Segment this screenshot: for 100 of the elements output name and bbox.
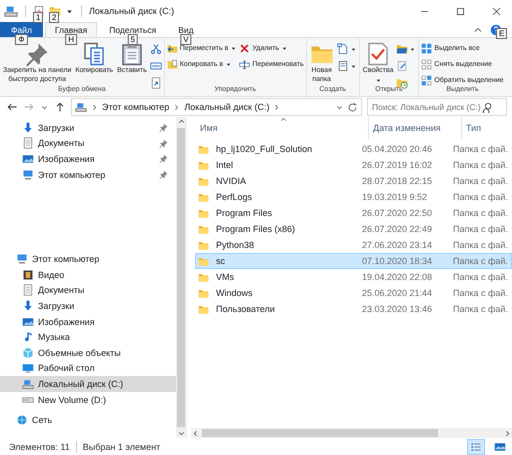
cube-icon — [22, 346, 34, 359]
up-arrow-icon[interactable] — [54, 101, 66, 113]
drive-icon[interactable] — [4, 4, 18, 18]
nav-item[interactable]: Этот компьютер — [0, 251, 176, 267]
ribbon-tab[interactable]: Файл — [0, 22, 43, 37]
music-note-icon — [22, 331, 34, 344]
nav-item[interactable]: Изображения — [0, 151, 176, 167]
document-icon — [22, 284, 34, 296]
type-cell-text: Папка с фай. — [452, 208, 509, 218]
invert-selection-icon — [421, 75, 432, 86]
file-row[interactable]: hp_lj1020_Full_Solution 05.04.2020 20:46 Папка с фай. — [195, 141, 512, 157]
rename-icon — [239, 59, 250, 70]
caret-icon[interactable] — [350, 46, 357, 52]
type-cell-text: Папка с фай. — [452, 224, 509, 234]
search-field[interactable]: Поиск: Локальный диск (C:) — [367, 98, 507, 116]
monitor-icon — [22, 362, 34, 374]
type-cell-text: Папка с фай. — [452, 256, 509, 266]
ribbon-tab[interactable]: Главная — [44, 22, 98, 37]
nav-item[interactable]: Видео — [0, 266, 176, 283]
column-header[interactable]: Тип — [462, 117, 512, 139]
file-row[interactable]: Windows 25.06.2020 21:44 Папка с фай. — [195, 285, 512, 301]
date-cell-text: 05.04.2020 20:46 — [361, 144, 434, 154]
keytip: E — [496, 28, 508, 38]
ribbon-tab[interactable]: Поделиться — [99, 22, 166, 37]
scrollbar[interactable] — [191, 428, 512, 438]
folder-icon — [198, 256, 209, 266]
nav-item[interactable]: Загрузки — [0, 298, 176, 314]
breadcrumb[interactable]: Этот компьютер — [102, 102, 170, 112]
drive-icon — [75, 101, 87, 113]
nav-item[interactable]: Документы — [0, 136, 176, 152]
ribbon-tab[interactable]: Вид — [168, 22, 204, 37]
window-title: Локальный диск (C:) — [89, 6, 174, 16]
view-button[interactable] — [467, 438, 485, 454]
globe-icon — [16, 414, 28, 426]
file-row[interactable]: Python38 27.06.2020 23:14 Папка с фай. — [195, 237, 512, 253]
file-name: Intel — [216, 160, 234, 170]
date-cell-text: 23.03.2020 13:46 — [361, 304, 434, 314]
folder-icon — [198, 176, 209, 186]
close-icon[interactable] — [490, 6, 502, 16]
checked-document-icon — [366, 42, 390, 66]
keytip: 2 — [49, 12, 60, 23]
image-icon — [22, 152, 34, 165]
caret-icon[interactable] — [409, 46, 416, 52]
nav-item[interactable]: Изображения — [0, 314, 176, 330]
file-name: Windows — [216, 288, 253, 298]
file-name: Python38 — [216, 240, 254, 250]
new-item-icon[interactable] — [336, 43, 349, 55]
file-name: Пользователи — [216, 304, 275, 314]
column-header[interactable]: Дата изменения — [369, 117, 462, 139]
file-row[interactable]: sc 07.10.2020 18:34 Папка с фай. — [195, 253, 512, 269]
nav-item[interactable]: Загрузки — [0, 120, 176, 136]
nav-item[interactable]: Локальный диск (C:) — [0, 376, 176, 392]
folder-icon — [198, 304, 209, 314]
scroll-thumb[interactable] — [177, 128, 185, 427]
nav-item[interactable]: Объемные объекты — [0, 344, 176, 361]
nav-item[interactable]: Рабочий стол — [0, 360, 176, 376]
folder-icon — [198, 208, 209, 218]
scissors-icon[interactable] — [150, 43, 162, 55]
breadcrumb[interactable]: Локальный диск (C:) — [184, 102, 270, 112]
file-row[interactable]: VMs 19.04.2020 22:08 Папка с фай. — [195, 269, 512, 285]
image-icon — [22, 316, 34, 328]
type-cell-text: Папка с фай. — [452, 304, 509, 314]
back-arrow-icon[interactable] — [6, 101, 18, 113]
edit-icon[interactable] — [396, 60, 408, 72]
file-row[interactable]: Пользователи 23.03.2020 13:46 Папка с фай. — [195, 301, 512, 317]
pin-icon — [25, 42, 50, 66]
document-icon[interactable] — [336, 60, 349, 72]
file-row[interactable]: NVIDIA 28.07.2018 22:15 Папка с фай. — [195, 173, 512, 189]
computer-icon — [16, 253, 28, 266]
nav-item[interactable]: Музыка — [0, 329, 176, 345]
path-icon[interactable] — [150, 60, 162, 72]
nav-item[interactable]: Сеть — [0, 412, 176, 428]
open-folder-icon[interactable] — [396, 43, 408, 55]
file-row[interactable]: PerfLogs 19.03.2019 9:52 Папка с фай. — [195, 189, 512, 205]
column-header[interactable]: Имя — [187, 117, 369, 139]
folder-icon — [198, 224, 209, 234]
file-row[interactable]: Program Files 26.07.2020 22:50 Папка с фай. — [195, 205, 512, 221]
type-cell-text: Папка с фай. — [452, 160, 509, 170]
nav-item[interactable]: New Volume (D:) — [0, 392, 176, 408]
file-name: sc — [216, 256, 225, 266]
file-name: PerfLogs — [216, 192, 252, 202]
address-field[interactable]: Этот компьютер Локальный диск (C:) — [71, 98, 362, 116]
folder-icon — [198, 288, 209, 298]
scrollbar[interactable] — [176, 117, 186, 438]
file-row[interactable]: Intel 26.07.2019 16:02 Папка с фай. — [195, 157, 512, 173]
file-row[interactable]: Program Files (x86) 26.07.2020 22:49 Папка с фай. — [195, 221, 512, 237]
shortcut-icon[interactable] — [150, 77, 162, 89]
caret-icon[interactable] — [350, 62, 357, 70]
maximize-icon[interactable] — [454, 6, 466, 16]
date-cell-text: 07.10.2020 18:34 — [361, 256, 434, 266]
refresh-icon[interactable] — [347, 102, 358, 112]
date-cell-text: 19.04.2020 22:08 — [361, 272, 434, 282]
scroll-thumb[interactable] — [202, 429, 438, 437]
nav-item[interactable]: Документы — [0, 282, 176, 298]
folder-copy-icon — [166, 59, 178, 70]
clipboard-icon — [120, 42, 144, 66]
download-arrow-icon — [22, 300, 34, 312]
keytip: V — [180, 34, 192, 45]
nav-item[interactable]: Этот компьютер — [0, 166, 176, 182]
folder-arrow-icon — [166, 43, 178, 54]
